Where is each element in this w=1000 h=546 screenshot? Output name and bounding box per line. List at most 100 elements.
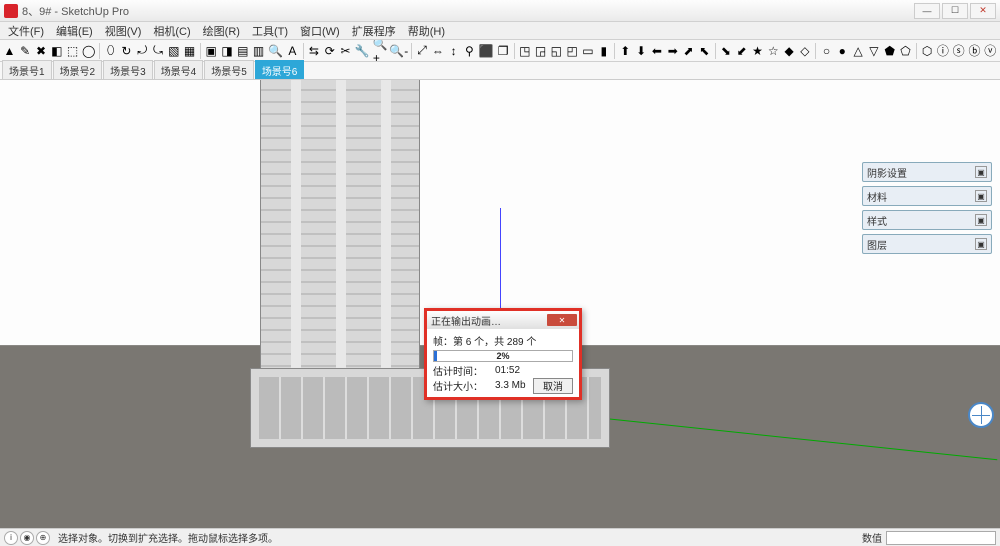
tool-button[interactable]: ✎ bbox=[18, 42, 33, 60]
panel-toggle-icon[interactable]: ▣ bbox=[975, 214, 987, 226]
tool-button[interactable]: ◨ bbox=[220, 42, 235, 60]
tool-button[interactable]: ▲ bbox=[2, 42, 17, 60]
menu-item[interactable]: 编辑(E) bbox=[50, 23, 99, 39]
panel-header[interactable]: 图层▣ bbox=[863, 235, 991, 253]
tool-button[interactable]: ⓥ bbox=[983, 42, 998, 60]
tool-button[interactable]: ⬇ bbox=[634, 42, 649, 60]
tool-button[interactable]: ➡ bbox=[665, 42, 680, 60]
scene-tab[interactable]: 场景号1 bbox=[2, 60, 52, 79]
tool-button[interactable]: ⬆ bbox=[618, 42, 633, 60]
tool-button[interactable]: ⬚ bbox=[65, 42, 80, 60]
menu-item[interactable]: 相机(C) bbox=[147, 23, 196, 39]
tool-button[interactable]: ⬟ bbox=[882, 42, 897, 60]
tool-button[interactable]: ❐ bbox=[496, 42, 511, 60]
viewport-3d[interactable]: 阴影设置▣材料▣样式▣图层▣ 正在输出动画… ✕ 帧：第 6 个，共 289 个… bbox=[0, 80, 1000, 528]
panel-header[interactable]: 材料 ▣ bbox=[863, 187, 991, 205]
tool-button[interactable]: 🔍+ bbox=[372, 42, 389, 60]
scene-tab[interactable]: 场景号6 bbox=[255, 60, 305, 79]
tool-button[interactable]: ▭ bbox=[581, 42, 596, 60]
tool-button[interactable]: ◇ bbox=[798, 42, 813, 60]
tool-button[interactable]: ⬠ bbox=[898, 42, 913, 60]
geo-icon[interactable]: ⊕ bbox=[36, 531, 50, 545]
panel-toggle-icon[interactable]: ▣ bbox=[975, 166, 987, 178]
close-button[interactable]: ✕ bbox=[970, 3, 996, 19]
tool-button[interactable]: ◲ bbox=[533, 42, 548, 60]
tool-button[interactable]: ⤢ bbox=[415, 42, 430, 60]
tool-button[interactable]: ◱ bbox=[549, 42, 564, 60]
tool-button[interactable]: ✂ bbox=[338, 42, 353, 60]
tool-button[interactable]: ⬈ bbox=[681, 42, 696, 60]
panel-header[interactable]: 阴影设置▣ bbox=[863, 163, 991, 181]
tool-button[interactable]: 🔍 bbox=[267, 42, 284, 60]
dialog-titlebar[interactable]: 正在输出动画… ✕ bbox=[427, 311, 579, 329]
tool-button[interactable]: ✖ bbox=[34, 42, 49, 60]
tool-button[interactable]: ◯ bbox=[81, 42, 96, 60]
tool-button[interactable]: ⬋ bbox=[734, 42, 749, 60]
tool-button[interactable]: ▣ bbox=[204, 42, 219, 60]
scene-tab[interactable]: 场景号3 bbox=[103, 60, 153, 79]
tool-button[interactable]: ↕ bbox=[446, 42, 461, 60]
measurement-input[interactable] bbox=[886, 531, 996, 545]
tool-button[interactable]: 🔧 bbox=[354, 42, 371, 60]
menu-item[interactable]: 文件(F) bbox=[2, 23, 50, 39]
menu-bar: 文件(F)编辑(E)视图(V)相机(C)绘图(R)工具(T)窗口(W)扩展程序帮… bbox=[0, 22, 1000, 40]
tool-button[interactable]: ▤ bbox=[235, 42, 250, 60]
cancel-button[interactable]: 取消 bbox=[533, 378, 573, 394]
tool-button[interactable]: ⇔ bbox=[430, 42, 445, 60]
menu-item[interactable]: 扩展程序 bbox=[346, 23, 402, 39]
tool-button[interactable]: ★ bbox=[750, 42, 765, 60]
tool-button[interactable]: ⤿ bbox=[151, 42, 166, 60]
tool-button[interactable]: ◳ bbox=[517, 42, 532, 60]
tool-button[interactable]: ↻ bbox=[119, 42, 134, 60]
scene-tab[interactable]: 场景号4 bbox=[154, 60, 204, 79]
dialog-close-button[interactable]: ✕ bbox=[547, 314, 577, 326]
tool-button[interactable]: ⬉ bbox=[697, 42, 712, 60]
tool-button[interactable]: A bbox=[285, 42, 300, 60]
tool-button[interactable]: ⓑ bbox=[967, 42, 982, 60]
panel-toggle-icon[interactable]: ▣ bbox=[975, 190, 987, 202]
view-navigator-icon[interactable] bbox=[968, 402, 994, 428]
panel-header[interactable]: 样式▣ bbox=[863, 211, 991, 229]
tool-button[interactable]: ⚲ bbox=[462, 42, 477, 60]
tool-button[interactable]: ▥ bbox=[251, 42, 266, 60]
tool-button[interactable]: ○ bbox=[819, 42, 834, 60]
menu-item[interactable]: 绘图(R) bbox=[197, 23, 246, 39]
menu-item[interactable]: 视图(V) bbox=[99, 23, 148, 39]
menu-item[interactable]: 窗口(W) bbox=[294, 23, 346, 39]
tool-button[interactable]: ☆ bbox=[766, 42, 781, 60]
window-titlebar: 8、9# - SketchUp Pro — ☐ ✕ bbox=[0, 0, 1000, 22]
info-icon[interactable]: i bbox=[4, 531, 18, 545]
tray-panel: 图层▣ bbox=[862, 234, 992, 254]
minimize-button[interactable]: — bbox=[914, 3, 940, 19]
tool-button[interactable]: ⬡ bbox=[920, 42, 935, 60]
tool-button[interactable]: ⇆ bbox=[307, 42, 322, 60]
tool-button[interactable]: △ bbox=[851, 42, 866, 60]
tool-button[interactable]: 🔍- bbox=[390, 42, 408, 60]
tool-button[interactable]: ◆ bbox=[782, 42, 797, 60]
tool-button[interactable]: ⬅ bbox=[650, 42, 665, 60]
tool-button[interactable]: ▦ bbox=[182, 42, 197, 60]
user-icon[interactable]: ◉ bbox=[20, 531, 34, 545]
tool-button[interactable]: ◰ bbox=[565, 42, 580, 60]
tool-button[interactable]: ⓘ bbox=[935, 42, 950, 60]
scene-tab-bar: 场景号1场景号2场景号3场景号4场景号5场景号6 bbox=[0, 62, 1000, 80]
tool-button[interactable]: ● bbox=[835, 42, 850, 60]
maximize-button[interactable]: ☐ bbox=[942, 3, 968, 19]
tool-button[interactable]: ⬯ bbox=[103, 42, 118, 60]
tool-button[interactable]: ▮ bbox=[596, 42, 611, 60]
panel-title: 材料 bbox=[867, 189, 887, 204]
panel-toggle-icon[interactable]: ▣ bbox=[975, 238, 987, 250]
menu-item[interactable]: 帮助(H) bbox=[402, 23, 451, 39]
tool-button[interactable]: ⬊ bbox=[719, 42, 734, 60]
scene-tab[interactable]: 场景号5 bbox=[204, 60, 254, 79]
menu-item[interactable]: 工具(T) bbox=[246, 23, 294, 39]
tool-button[interactable]: ⤾ bbox=[135, 42, 150, 60]
tool-button[interactable]: ▽ bbox=[866, 42, 881, 60]
tool-button[interactable]: ⟳ bbox=[322, 42, 337, 60]
tool-button[interactable]: ▧ bbox=[166, 42, 181, 60]
status-help-text: 选择对象。切换到扩充选择。拖动鼠标选择多项。 bbox=[58, 530, 862, 545]
tool-button[interactable]: ◧ bbox=[49, 42, 64, 60]
tool-button[interactable]: ⓢ bbox=[951, 42, 966, 60]
tool-button[interactable]: ⬛ bbox=[478, 42, 495, 60]
scene-tab[interactable]: 场景号2 bbox=[53, 60, 103, 79]
